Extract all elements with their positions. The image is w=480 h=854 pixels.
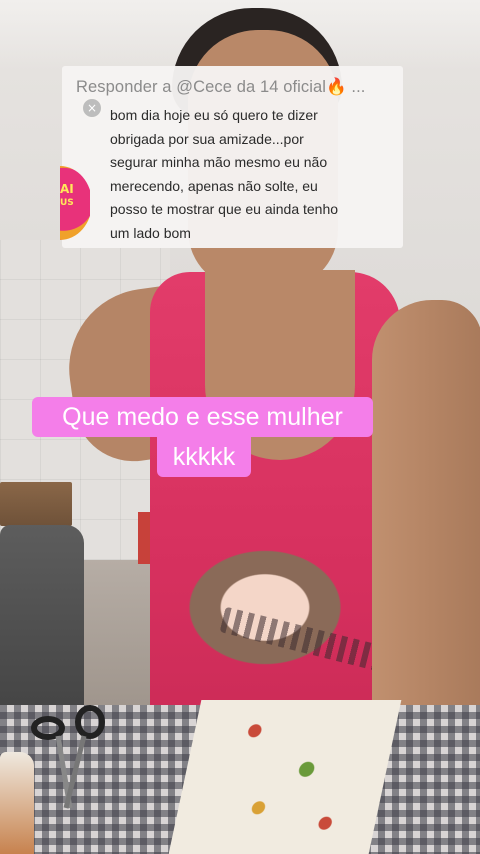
avatar-text-line-2: US (60, 198, 74, 208)
chair (0, 525, 84, 725)
wooden-shelf (0, 482, 72, 526)
video-frame[interactable]: Responder a @Cece da 14 oficial🔥 ... AI … (0, 0, 480, 854)
reply-comment-card[interactable]: Responder a @Cece da 14 oficial🔥 ... AI … (60, 66, 403, 248)
reply-to-label: Responder a @Cece da 14 oficial (76, 78, 327, 96)
reply-line: segurar minha mão mesmo eu não (110, 154, 328, 170)
reply-header: Responder a @Cece da 14 oficial🔥 ... (76, 78, 365, 97)
reply-line: obrigada por sua amizade...por (110, 130, 304, 147)
close-icon[interactable]: × (81, 97, 103, 119)
reply-line: bom dia hoje eu só quero te dizer (110, 107, 318, 123)
table-runner (168, 700, 402, 854)
commenter-avatar[interactable]: AI US (60, 166, 90, 240)
avatar-text: AI US (60, 182, 74, 210)
reply-line: um lado bom (110, 224, 191, 241)
jar (0, 752, 34, 854)
reply-line: merecendo, apenas não solte, eu (110, 177, 318, 194)
caption-line-2: kkkkk (157, 437, 251, 477)
reply-comment-text: bom dia hoje eu só quero te dizer obriga… (110, 104, 396, 245)
avatar-text-line-1: AI (60, 182, 74, 196)
fire-emoji: 🔥 (326, 78, 347, 96)
caption-line-1: Que medo e esse mulher (32, 397, 373, 437)
reply-line: posso te mostrar que eu ainda tenho (110, 201, 339, 217)
reply-header-ellipsis: ... (346, 78, 366, 96)
